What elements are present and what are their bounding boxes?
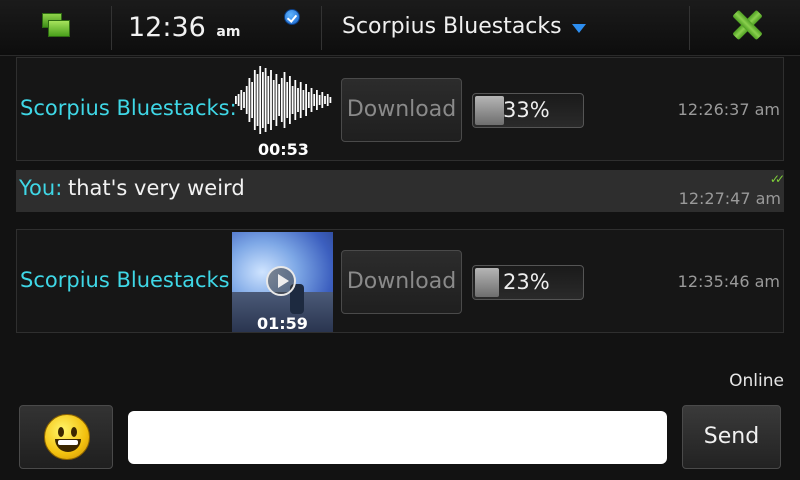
contact-title-menu[interactable]: Scorpius Bluestacks: [342, 14, 586, 39]
contact-status: Online: [729, 371, 784, 391]
message-timestamp: 12:27:47 am: [678, 189, 781, 208]
sender-name: You:: [19, 176, 63, 200]
clock-time: 12:36: [128, 12, 206, 43]
close-icon[interactable]: [732, 10, 762, 40]
page-title: Scorpius Bluestacks: [342, 14, 562, 39]
divider: [111, 6, 112, 50]
audio-waveform-icon[interactable]: [233, 66, 333, 134]
send-button[interactable]: Send: [682, 405, 781, 469]
double-check-icon: ✓✓: [769, 172, 785, 186]
sender-name: Scorpius Bluestacks:: [20, 268, 237, 292]
video-thumbnail[interactable]: 01:59: [232, 232, 333, 332]
message-text: You: that's very weird ✓✓ 12:27:47 am: [16, 170, 785, 212]
play-icon[interactable]: [266, 266, 296, 296]
task-switcher-icon[interactable]: [28, 6, 84, 50]
video-duration: 01:59: [257, 314, 308, 332]
message-timestamp: 12:35:46 am: [677, 272, 780, 291]
sender-name: Scorpius Bluestacks:: [20, 96, 237, 120]
download-button[interactable]: Download: [341, 250, 462, 314]
message-body: that's very weird: [68, 176, 245, 200]
divider: [321, 6, 322, 50]
progress-fill: [475, 96, 504, 125]
divider: [689, 6, 690, 50]
audio-duration: 00:53: [258, 140, 309, 159]
chevron-down-icon: [571, 24, 586, 33]
title-bar: 12:36 am Scorpius Bluestacks: [0, 0, 800, 56]
emoji-button[interactable]: [19, 405, 113, 469]
download-progress: 23%: [472, 265, 584, 300]
smiley-icon: [44, 414, 90, 460]
message-timestamp: 12:26:37 am: [677, 100, 780, 119]
progress-fill: [475, 268, 499, 297]
progress-percent: 33%: [503, 98, 550, 122]
clock-ampm: am: [216, 24, 241, 40]
message-video: Scorpius Bluestacks: 01:59 Download 23% …: [16, 229, 784, 333]
status-clock: 12:36 am: [128, 12, 240, 43]
presence-online-icon: [284, 9, 300, 25]
progress-percent: 23%: [503, 270, 550, 294]
message-audio: Scorpius Bluestacks: 00:53 Download 33% …: [16, 57, 784, 161]
message-input[interactable]: [128, 411, 667, 464]
download-progress: 33%: [472, 93, 584, 128]
download-button[interactable]: Download: [341, 78, 462, 142]
